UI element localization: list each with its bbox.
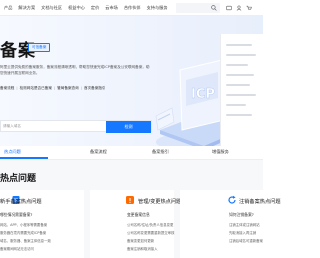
nav-item-solutions[interactable]: 解决方案: [18, 5, 35, 11]
section-title: 热点问题: [0, 174, 37, 184]
side-panel: [220, 34, 263, 150]
domain-search-box: 请输入域名 检测: [0, 120, 152, 133]
nav-item-market[interactable]: 云市场: [105, 5, 118, 11]
link-filing-process[interactable]: 备案流程: [0, 86, 14, 90]
link-bureau-query[interactable]: 管局备案查询: [57, 86, 79, 90]
tab-hot-questions[interactable]: 热点问题: [4, 149, 21, 155]
card-line[interactable]: 注销后域名可重新备案: [229, 238, 263, 243]
tab-filing-process[interactable]: 备案流程: [90, 149, 107, 155]
hero-banner: 备案 可信备案 阿里云提供免费的备案服务，备案流程清晰透明，帮助您快速完成ICP…: [0, 16, 263, 152]
nav-item-partners[interactable]: 合作伙伴: [124, 5, 141, 11]
card-line[interactable]: 注销主体或注销网站: [229, 222, 260, 227]
trusted-badge: 可信备案: [28, 43, 51, 52]
card-subtitle[interactable]: 哪些情况需要备案?: [0, 212, 32, 218]
card-line[interactable]: 公司名称变更需要重新提交审核: [127, 230, 174, 235]
hero-description: 阿里云提供免费的备案服务，备案流程清晰透明，帮助您快速完成ICP备案及公安联网备…: [0, 65, 150, 75]
card-line[interactable]: 备案注销和取消接入: [127, 246, 158, 251]
nav-item-products[interactable]: 产品: [4, 5, 12, 11]
link-check-filed[interactable]: 检测网站是否已备案: [20, 86, 52, 90]
message-icon[interactable]: [226, 5, 232, 11]
tab-filing-guide[interactable]: 备案指引: [152, 149, 169, 155]
nav-item-benefits[interactable]: 权益中心: [68, 5, 85, 11]
card-line[interactable]: 先取消接入再注销: [229, 230, 256, 235]
warning-icon: [126, 196, 134, 204]
card-line[interactable]: 服务器在境内需要完成ICP备案: [0, 230, 46, 235]
domain-search-input[interactable]: 请输入域名: [3, 124, 21, 129]
card-title: 注销备案热点问题: [239, 199, 281, 205]
card-line[interactable]: 备案变更如何更新: [127, 238, 154, 243]
card-cancel-questions[interactable]: 注销备案热点问题 如何注销备案? 注销主体或注销网站 先取消接入再注销 注销后域…: [180, 190, 281, 258]
link-first-guide[interactable]: 首次备案指引: [84, 86, 106, 90]
svg-text:ICP: ICP: [191, 87, 215, 102]
card-line[interactable]: 公司名称/住址/负责人信息变更: [127, 222, 173, 227]
card-line[interactable]: 域名、服务器、备案主体信息一致: [0, 238, 51, 243]
card-subtitle[interactable]: 如何注销备案?: [229, 212, 254, 218]
hero-links: 备案流程 | 检测网站是否已备案 | 管局备案查询 | 首次备案指引: [0, 86, 106, 90]
card-line[interactable]: 网站、APP、小程序等需要备案: [0, 222, 47, 227]
card-newbie-questions[interactable]: 新手备案热点问题 哪些情况需要备案? 网站、APP、小程序等需要备案 服务器在境…: [0, 190, 84, 258]
top-nav: 产品 解决方案 文档与社区 权益中心 定价 云市场 合作伙伴 支持与服务: [0, 0, 263, 16]
cart-icon[interactable]: [246, 5, 252, 11]
card-title: 管理/变更热点问题: [138, 199, 182, 205]
active-tab-indicator: [0, 157, 48, 159]
nav-item-docs[interactable]: 文档与社区: [41, 5, 62, 11]
user-icon[interactable]: [236, 5, 242, 11]
check-button[interactable]: 检测: [106, 121, 151, 133]
nav-item-pricing[interactable]: 定价: [91, 5, 99, 11]
hot-questions-section: 热点问题 新手备案热点问题 哪些情况需要备案? 网站、APP、小程序等需要备案 …: [0, 160, 281, 258]
card-subtitle[interactable]: 变更备案信息: [127, 212, 150, 218]
search-icon: [211, 5, 217, 11]
card-line[interactable]: 备案期间网站无法访问: [0, 246, 34, 251]
card-manage-change-questions[interactable]: 管理/变更热点问题 变更备案信息 公司名称/住址/负责人信息变更 公司名称变更需…: [90, 190, 181, 258]
refresh-icon: [228, 195, 236, 204]
nav-item-support[interactable]: 支持与服务: [147, 5, 168, 11]
tab-value-added[interactable]: 增值服务: [212, 149, 229, 155]
nav-search[interactable]: [176, 3, 220, 13]
card-title: 新手备案热点问题: [0, 199, 42, 205]
